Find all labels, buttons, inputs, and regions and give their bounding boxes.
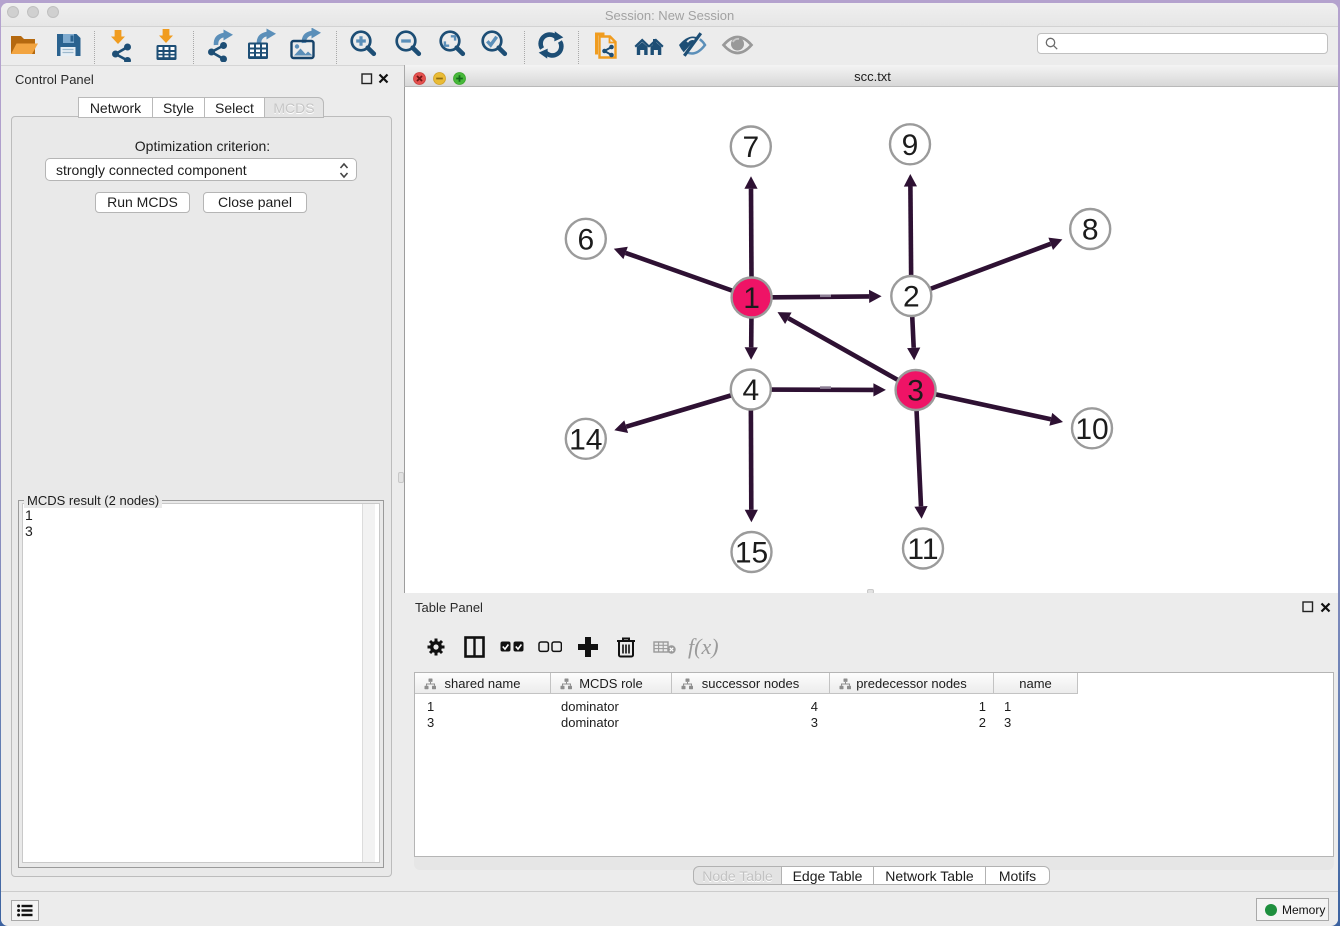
svg-text:11: 11 (907, 533, 938, 566)
svg-text:1: 1 (743, 282, 760, 315)
svg-text:15: 15 (735, 537, 768, 570)
svg-text:10: 10 (1075, 413, 1108, 446)
svg-text:2: 2 (903, 281, 920, 314)
svg-text:7: 7 (742, 131, 759, 164)
svg-text:3: 3 (907, 375, 924, 408)
svg-text:9: 9 (902, 129, 919, 162)
svg-text:6: 6 (577, 223, 594, 256)
svg-text:14: 14 (569, 423, 602, 456)
svg-text:8: 8 (1082, 214, 1099, 247)
svg-text:4: 4 (742, 374, 759, 407)
